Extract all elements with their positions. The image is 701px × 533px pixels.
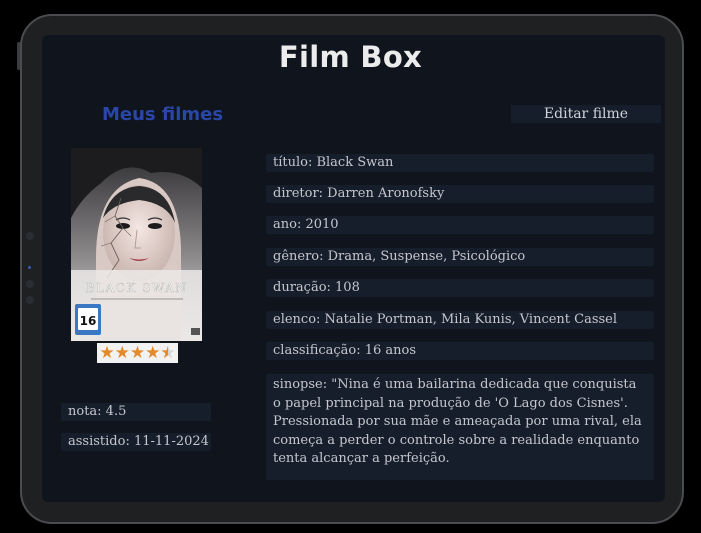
- app-title: Film Box: [278, 40, 423, 74]
- edit-film-button[interactable]: Editar filme: [511, 105, 661, 123]
- sidebar-heading[interactable]: Meus filmes: [102, 104, 223, 125]
- star-icon: ★: [145, 343, 161, 363]
- star-icon: ★: [129, 343, 146, 363]
- diretor-field: diretor: Darren Aronofsky: [266, 185, 654, 203]
- device-dot: [26, 232, 34, 240]
- poster-title: BLACK SWAN: [86, 281, 188, 295]
- device-dot: [26, 280, 34, 288]
- sinopse-field: sinopse: "Nina é uma bailarina dedicada …: [266, 374, 654, 480]
- age-rating-label: 16: [80, 314, 97, 328]
- half-star-icon: ★: [160, 343, 175, 363]
- star-icon: ★: [114, 343, 130, 363]
- elenco-field: elenco: Natalie Portman, Mila Kunis, Vin…: [266, 311, 654, 329]
- device-dot: [28, 266, 31, 269]
- poster-image: BLACK SWAN 16: [71, 148, 202, 341]
- rating-stars: ★ ★ ★ ★ ★: [97, 343, 178, 363]
- classificacao-field: classificação: 16 anos: [266, 342, 654, 360]
- assistido-field: assistido: 11-11-2024: [61, 433, 211, 451]
- star-icon: ★: [99, 343, 115, 363]
- nota-field: nota: 4.5: [61, 403, 211, 421]
- titulo-field: título: Black Swan: [266, 154, 654, 172]
- device-dot: [26, 296, 34, 304]
- genero-field: gênero: Drama, Suspense, Psicológico: [266, 248, 654, 266]
- duracao-field: duração: 108: [266, 279, 654, 297]
- ano-field: ano: 2010: [266, 216, 654, 234]
- movie-poster: BLACK SWAN 16: [71, 148, 202, 341]
